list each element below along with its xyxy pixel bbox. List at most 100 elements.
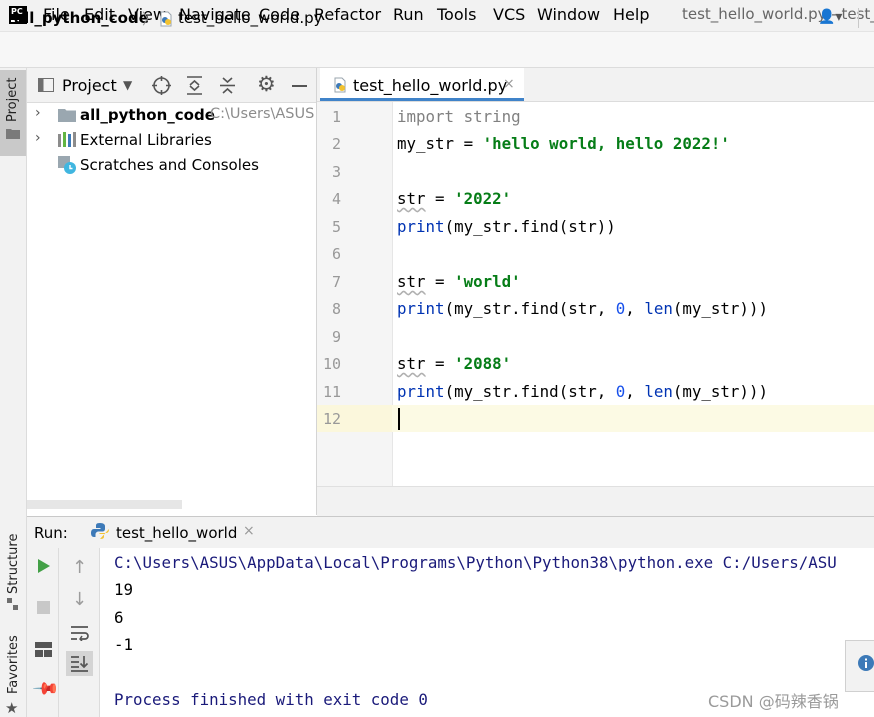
arrow-up-icon[interactable]: ↑ — [72, 557, 87, 578]
layout-icon[interactable] — [35, 642, 52, 657]
code-line-8: print(my_str.find(str, 0, len(my_str))) — [397, 299, 768, 318]
scroll-to-end-icon[interactable] — [70, 655, 89, 672]
tree-item-scratches-and-consoles[interactable]: Scratches and Consoles — [80, 156, 259, 174]
stop-icon[interactable] — [37, 601, 50, 614]
line-number: 4 — [331, 190, 341, 208]
menu-refactor[interactable]: Refactor — [314, 5, 381, 24]
builtin-token: print — [397, 382, 445, 401]
watermark: CSDN @码辣香锅 — [708, 692, 839, 711]
variable-token: str — [397, 354, 426, 373]
arrow-down-icon[interactable]: ↓ — [72, 589, 87, 610]
code-line-10: str = '2088' — [397, 354, 511, 373]
editor-tab-label[interactable]: test_hello_world.py — [353, 76, 507, 95]
code-token: (my_str.find(str)) — [444, 217, 616, 236]
expand-all-icon[interactable] — [186, 76, 203, 95]
chevron-right-icon[interactable]: › — [35, 105, 41, 121]
project-view-icon — [38, 78, 54, 92]
line-number: 10 — [322, 355, 341, 373]
code-line-1: import string — [397, 107, 521, 126]
breadcrumb-project[interactable]: all_python_code — [14, 9, 149, 27]
menu-tools[interactable]: Tools — [437, 5, 476, 24]
code-line-7: str = 'world' — [397, 272, 521, 291]
menu-window[interactable]: Window — [537, 5, 600, 24]
code-token: (my_str))) — [672, 382, 768, 401]
string-token: '2022' — [454, 189, 512, 208]
scratches-icon — [58, 156, 76, 174]
variable-token: str — [397, 189, 426, 208]
code-token: string — [454, 107, 521, 126]
locate-target-icon[interactable] — [152, 76, 171, 95]
string-token: '2088' — [454, 354, 512, 373]
structure-icon — [7, 598, 18, 610]
builtin-token: len — [644, 299, 673, 318]
console-command-line: C:\Users\ASUS\AppData\Local\Programs\Pyt… — [114, 553, 837, 572]
code-line-11: print(my_str.find(str, 0, len(my_str))) — [397, 382, 768, 401]
console-output-line: 6 — [114, 608, 124, 627]
keyword-token: import — [397, 107, 455, 126]
string-token: 'hello world, hello 2022!' — [482, 134, 730, 153]
code-token: = — [425, 354, 455, 373]
collapse-all-icon[interactable] — [219, 76, 236, 95]
folder-icon — [6, 129, 20, 139]
user-account-icon[interactable]: 👤▾ — [818, 9, 842, 25]
python-file-icon — [160, 11, 172, 27]
code-token: , — [625, 382, 645, 401]
star-icon: ★ — [5, 699, 19, 717]
code-token: (my_str.find(str, — [444, 382, 616, 401]
rerun-play-icon[interactable] — [37, 558, 51, 574]
window-title: test_hello_world.py - test_ — [682, 5, 874, 23]
structure-tool-label[interactable]: Structure — [6, 534, 21, 594]
tree-item-path: C:\Users\ASUS — [210, 106, 315, 122]
left-tool-stripe — [0, 68, 27, 717]
console-output-line: -1 — [114, 635, 134, 654]
library-icon — [58, 132, 76, 147]
line-number: 7 — [331, 273, 341, 291]
horizontal-scrollbar[interactable] — [27, 500, 182, 509]
code-token: (my_str.find(str, — [444, 299, 616, 318]
chevron-right-icon[interactable]: › — [35, 130, 41, 146]
code-token: = — [425, 189, 455, 208]
console-exit-message: Process finished with exit code 0 — [114, 690, 428, 709]
chevron-down-icon[interactable]: ▼ — [123, 78, 132, 92]
run-tab-label[interactable]: test_hello_world — [116, 524, 237, 542]
soft-wrap-icon[interactable] — [70, 625, 89, 641]
hide-panel-icon[interactable] — [292, 85, 307, 87]
menu-run[interactable]: Run — [393, 5, 424, 24]
builtin-token: print — [397, 217, 445, 236]
code-token: my_str = — [397, 134, 483, 153]
code-line-5: print(my_str.find(str)) — [397, 217, 616, 236]
line-number: 3 — [331, 163, 341, 181]
code-token: , — [625, 299, 645, 318]
line-number: 11 — [322, 383, 341, 401]
favorites-tool-label[interactable]: Favorites — [6, 635, 21, 694]
info-icon[interactable] — [858, 655, 874, 671]
tree-item-project-root[interactable]: all_python_code — [80, 106, 215, 124]
tab-close-icon[interactable]: × — [503, 76, 515, 92]
string-token: 'world' — [454, 272, 521, 291]
code-line-4: str = '2022' — [397, 189, 511, 208]
variable-token: str — [397, 272, 426, 291]
text-caret — [398, 408, 400, 430]
line-number: 5 — [331, 218, 341, 236]
breadcrumb-file[interactable]: test_hello_world.py — [178, 9, 323, 27]
run-tab-close-icon[interactable]: × — [243, 523, 255, 539]
code-line-2: my_str = 'hello world, hello 2022!' — [397, 134, 730, 153]
line-number: 9 — [331, 328, 341, 346]
tree-item-external-libraries[interactable]: External Libraries — [80, 131, 212, 149]
project-tool-label[interactable]: Project — [5, 78, 20, 122]
menu-vcs[interactable]: VCS — [493, 5, 525, 24]
run-panel-label: Run: — [34, 524, 68, 542]
console-output-line: 19 — [114, 580, 134, 599]
folder-icon — [58, 109, 76, 122]
settings-gear-icon[interactable]: ⚙ — [257, 72, 276, 96]
toolbar-divider — [858, 8, 859, 28]
breadcrumb-chevron-icon: 〉 — [142, 10, 158, 28]
line-number: 1 — [331, 108, 341, 126]
menu-help[interactable]: Help — [613, 5, 649, 24]
project-panel-title[interactable]: Project — [62, 76, 117, 95]
python-run-config-icon — [91, 523, 109, 539]
line-number: 12 — [322, 410, 341, 428]
line-number: 8 — [331, 300, 341, 318]
number-token: 0 — [615, 382, 626, 401]
code-token: (my_str))) — [672, 299, 768, 318]
